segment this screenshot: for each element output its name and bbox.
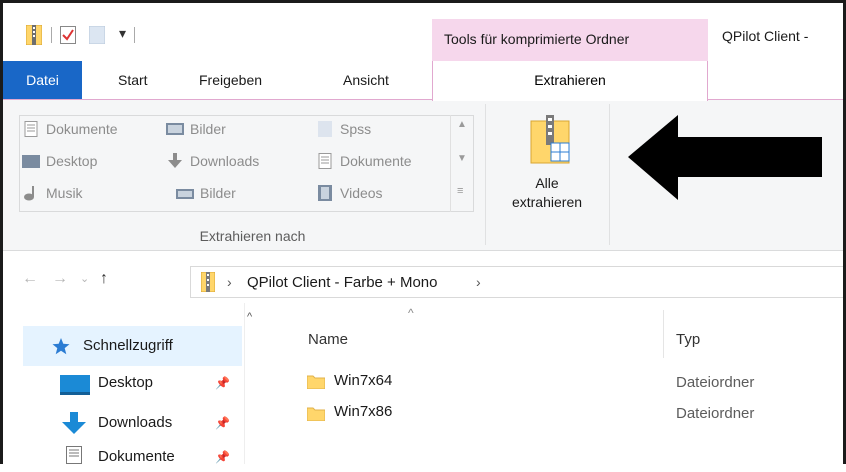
- ribbon-group-separator: [609, 104, 610, 245]
- music-icon: [24, 186, 34, 201]
- zip-folder-icon: [201, 272, 215, 292]
- file-row[interactable]: Win7x86 Dateiordner: [300, 400, 846, 426]
- column-header-name[interactable]: Name: [308, 331, 348, 348]
- back-arrow-icon[interactable]: ←: [22, 270, 38, 288]
- file-row[interactable]: Win7x64 Dateiordner: [300, 370, 846, 396]
- gallery-scroll-up-icon[interactable]: ▲: [457, 119, 467, 130]
- star-icon: [52, 338, 70, 355]
- extract-all-icon[interactable]: [527, 115, 573, 165]
- nav-item-dokumente[interactable]: Dokumente 📌: [62, 446, 242, 472]
- gallery-item[interactable]: Downloads: [166, 153, 259, 169]
- file-name: Win7x86: [334, 403, 393, 420]
- nav-item-schnellzugriff[interactable]: Schnellzugriff: [23, 326, 242, 366]
- zip-folder-icon[interactable]: [26, 25, 42, 45]
- breadcrumb-item[interactable]: QPilot Client - Farbe + Mono: [247, 274, 438, 291]
- context-tab-header: Tools für komprimierte Ordner: [432, 19, 708, 61]
- gallery-scrollbar[interactable]: ▲ ▼ ≡: [450, 115, 474, 212]
- file-name: Win7x64: [334, 372, 393, 389]
- gallery-item[interactable]: Videos: [316, 185, 383, 201]
- picture-icon: [176, 189, 194, 199]
- folder-icon: [307, 375, 325, 389]
- gallery-item[interactable]: Spss: [316, 121, 371, 137]
- nav-item-downloads[interactable]: Downloads 📌: [62, 410, 242, 436]
- pin-icon[interactable]: 📌: [215, 376, 230, 390]
- gallery-item[interactable]: Musik: [22, 185, 83, 201]
- gallery-item[interactable]: Dokumente: [316, 153, 412, 169]
- nav-item-label: Desktop: [98, 374, 154, 391]
- address-bar[interactable]: › QPilot Client - Farbe + Mono ›: [190, 266, 846, 298]
- nav-scroll-up-icon[interactable]: ^: [247, 311, 252, 323]
- properties-icon[interactable]: [60, 26, 76, 44]
- ribbon-tab-border: [3, 99, 846, 100]
- folder-icon: [318, 121, 332, 137]
- qat-divider: [51, 27, 52, 43]
- ribbon-group-separator: [485, 104, 486, 245]
- gallery-item[interactable]: Bilder: [166, 121, 226, 137]
- tab-extrahieren[interactable]: Extrahieren: [432, 61, 708, 101]
- pin-icon[interactable]: 📌: [215, 416, 230, 430]
- extract-to-gallery: Dokumente Desktop Musik Bilder Downloads…: [19, 115, 474, 212]
- gallery-item[interactable]: Dokumente: [22, 121, 118, 137]
- desktop-icon: [60, 375, 90, 395]
- context-tab-title: Tools für komprimierte Ordner: [444, 31, 630, 47]
- forward-arrow-icon[interactable]: →: [52, 270, 68, 288]
- extract-all-label: Alle: [535, 175, 559, 191]
- new-folder-icon[interactable]: [89, 26, 105, 44]
- document-icon: [318, 153, 332, 169]
- window-title: QPilot Client -: [722, 28, 809, 44]
- file-type: Dateiordner: [676, 405, 755, 422]
- nav-scrollbar[interactable]: ^: [244, 303, 260, 464]
- breadcrumb-chevron-icon[interactable]: ›: [476, 274, 481, 290]
- nav-item-label: Schnellzugriff: [83, 337, 173, 354]
- up-arrow-icon[interactable]: ↑: [100, 270, 108, 288]
- tab-datei[interactable]: Datei: [3, 61, 82, 99]
- document-icon: [66, 446, 82, 464]
- video-icon: [318, 185, 332, 201]
- ribbon-group-label: Extrahieren nach: [199, 228, 306, 244]
- nav-item-label: Dokumente: [98, 448, 175, 465]
- qat-divider: [134, 27, 135, 43]
- gallery-item[interactable]: Bilder: [176, 185, 236, 201]
- folder-icon: [307, 407, 325, 421]
- download-icon: [62, 412, 86, 434]
- column-header-type[interactable]: Typ: [676, 331, 700, 348]
- quick-access-toolbar: ▾: [3, 3, 203, 59]
- annotation-arrow-icon: [628, 115, 822, 200]
- desktop-icon: [22, 155, 40, 168]
- nav-item-desktop[interactable]: Desktop 📌: [60, 372, 240, 398]
- download-icon: [168, 153, 182, 168]
- extract-all-button[interactable]: Alle extrahieren: [492, 174, 602, 212]
- breadcrumb-chevron-icon[interactable]: ›: [227, 274, 232, 290]
- gallery-scroll-down-icon[interactable]: ▼: [457, 153, 467, 164]
- tab-freigeben[interactable]: Freigeben: [199, 61, 262, 99]
- tab-start[interactable]: Start: [118, 61, 148, 99]
- nav-item-label: Downloads: [98, 414, 173, 431]
- gallery-expand-icon[interactable]: ≡: [457, 185, 463, 197]
- column-divider[interactable]: [663, 310, 664, 358]
- extract-all-label: extrahieren: [511, 194, 583, 210]
- document-icon: [24, 121, 38, 137]
- tab-ansicht[interactable]: Ansicht: [343, 61, 389, 99]
- qat-customize-icon[interactable]: ▾: [119, 25, 126, 42]
- gallery-item[interactable]: Desktop: [22, 153, 97, 169]
- pin-icon[interactable]: 📌: [215, 450, 230, 464]
- picture-icon: [166, 123, 184, 135]
- file-type: Dateiordner: [676, 374, 755, 391]
- sort-ascending-icon: ^: [408, 306, 414, 320]
- recent-locations-icon[interactable]: ⌄: [80, 272, 89, 285]
